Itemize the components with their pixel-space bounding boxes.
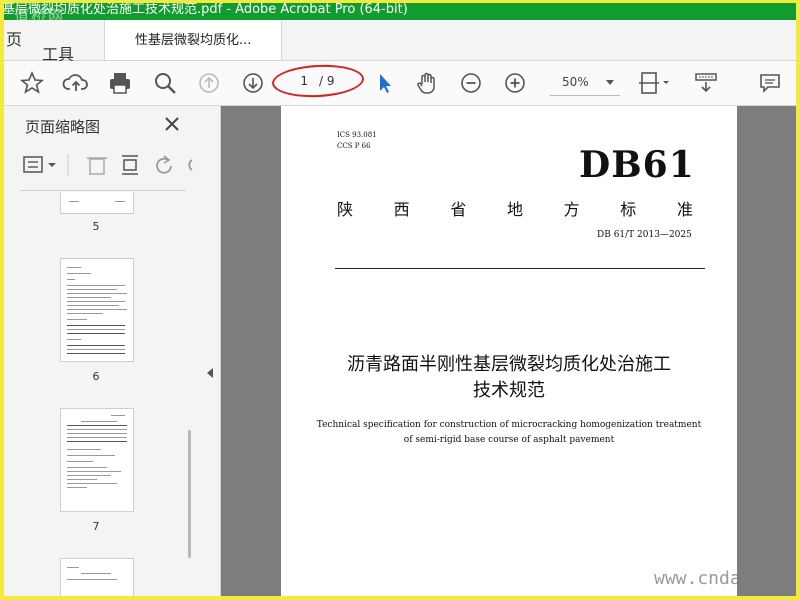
trash-icon[interactable] [87, 157, 107, 175]
hand-icon[interactable] [413, 69, 441, 97]
rotate-icon[interactable] [156, 155, 172, 174]
ccs-line: CCS P 66 [337, 142, 371, 150]
heading-char: 方 [563, 200, 580, 219]
page-fit-icon[interactable] [636, 69, 672, 97]
comment-icon[interactable] [756, 69, 784, 97]
heading-char: 陕 [337, 200, 354, 219]
heading-char: 西 [393, 200, 410, 219]
star-icon[interactable] [18, 69, 46, 97]
zoom-value: 50% [562, 75, 589, 89]
ics-code: ICS 93.081 CCS P 66 [337, 130, 377, 152]
zoom-out-icon[interactable] [457, 69, 485, 97]
scroll-mode-icon[interactable] [692, 69, 720, 97]
heading-char: 省 [450, 200, 467, 219]
document-title-cn: 沥青路面半刚性基层微裂均质化处治施工 技术规范 [281, 352, 737, 404]
frame-border [0, 0, 800, 3]
thumbnail-label: 6 [92, 370, 100, 383]
insert-page-icon[interactable] [122, 155, 138, 175]
close-icon[interactable] [162, 114, 182, 134]
arrow-down-icon[interactable] [239, 69, 267, 97]
frame-border [0, 596, 800, 600]
standard-level-heading: 陕 西 省 地 方 标 准 [337, 196, 693, 220]
title-cn-line: 沥青路面半刚性基层微裂均质化处治施工 [347, 354, 671, 375]
frame-border [796, 0, 800, 600]
standard-code: DB61 [579, 144, 695, 186]
heading-char: 地 [506, 200, 523, 219]
tab-document-label: 性基层微裂均质化... [135, 33, 252, 48]
panel-collapse-handle[interactable] [200, 106, 221, 596]
title-cn-line: 技术规范 [473, 380, 545, 401]
standard-number: DB 61/T 2013—2025 [597, 230, 692, 240]
title-en-line: of semi-rigid base course of asphalt pav… [403, 435, 615, 445]
thumbnail-panel: 页面缩略图 5 6 7 [4, 106, 201, 596]
document-viewport[interactable]: ICS 93.081 CCS P 66 DB61 陕 西 省 地 方 标 准 D… [221, 106, 796, 596]
document-page: ICS 93.081 CCS P 66 DB61 陕 西 省 地 方 标 准 D… [281, 106, 737, 596]
thumbnail-page-5[interactable] [60, 192, 134, 214]
thumbnail-page-7[interactable] [60, 408, 134, 512]
chevron-down-icon [606, 80, 614, 85]
panel-scrollbar[interactable] [188, 430, 191, 558]
heading-char: 标 [620, 200, 637, 219]
panel-title: 页面缩略图 [25, 118, 101, 136]
options-menu-icon[interactable] [23, 156, 56, 173]
main-toolbar: 1 / 9 50% [4, 61, 796, 106]
document-title-en: Technical specification for construction… [281, 418, 737, 448]
zoom-in-icon[interactable] [501, 69, 529, 97]
thumbnail-page-6[interactable] [60, 258, 134, 362]
divider-line [335, 268, 705, 269]
site-watermark: www.cnda [654, 568, 741, 589]
thumbnail-list: 5 6 7 [4, 192, 188, 596]
heading-char: 准 [676, 200, 693, 219]
arrow-up-icon[interactable] [195, 69, 223, 97]
printer-icon[interactable] [106, 69, 134, 97]
watermark-text: 道桥网 [14, 7, 66, 20]
chevron-left-icon [207, 368, 213, 378]
zoom-select[interactable]: 50% [550, 69, 620, 96]
thumbnail-label: 7 [92, 520, 100, 533]
magnifier-icon[interactable] [151, 69, 179, 97]
ics-line: ICS 93.081 [337, 131, 377, 139]
tab-bar: 页工具 性基层微裂均质化... [4, 20, 796, 64]
thumbnail-label: 5 [92, 220, 100, 233]
cursor-icon[interactable] [370, 69, 398, 97]
thumbnail-page-8[interactable] [60, 558, 134, 596]
tab-home-partial[interactable]: 页 [4, 20, 24, 60]
cloud-upload-icon[interactable] [62, 69, 90, 97]
panel-divider [20, 190, 186, 191]
frame-border [0, 0, 4, 600]
window-titlebar: 基层微裂均质化处治施工技术规范.pdf - Adobe Acrobat Pro … [0, 0, 800, 20]
tab-document[interactable]: 性基层微裂均质化... [104, 20, 282, 60]
panel-toolbar [18, 150, 194, 180]
title-en-line: Technical specification for construction… [316, 420, 702, 430]
